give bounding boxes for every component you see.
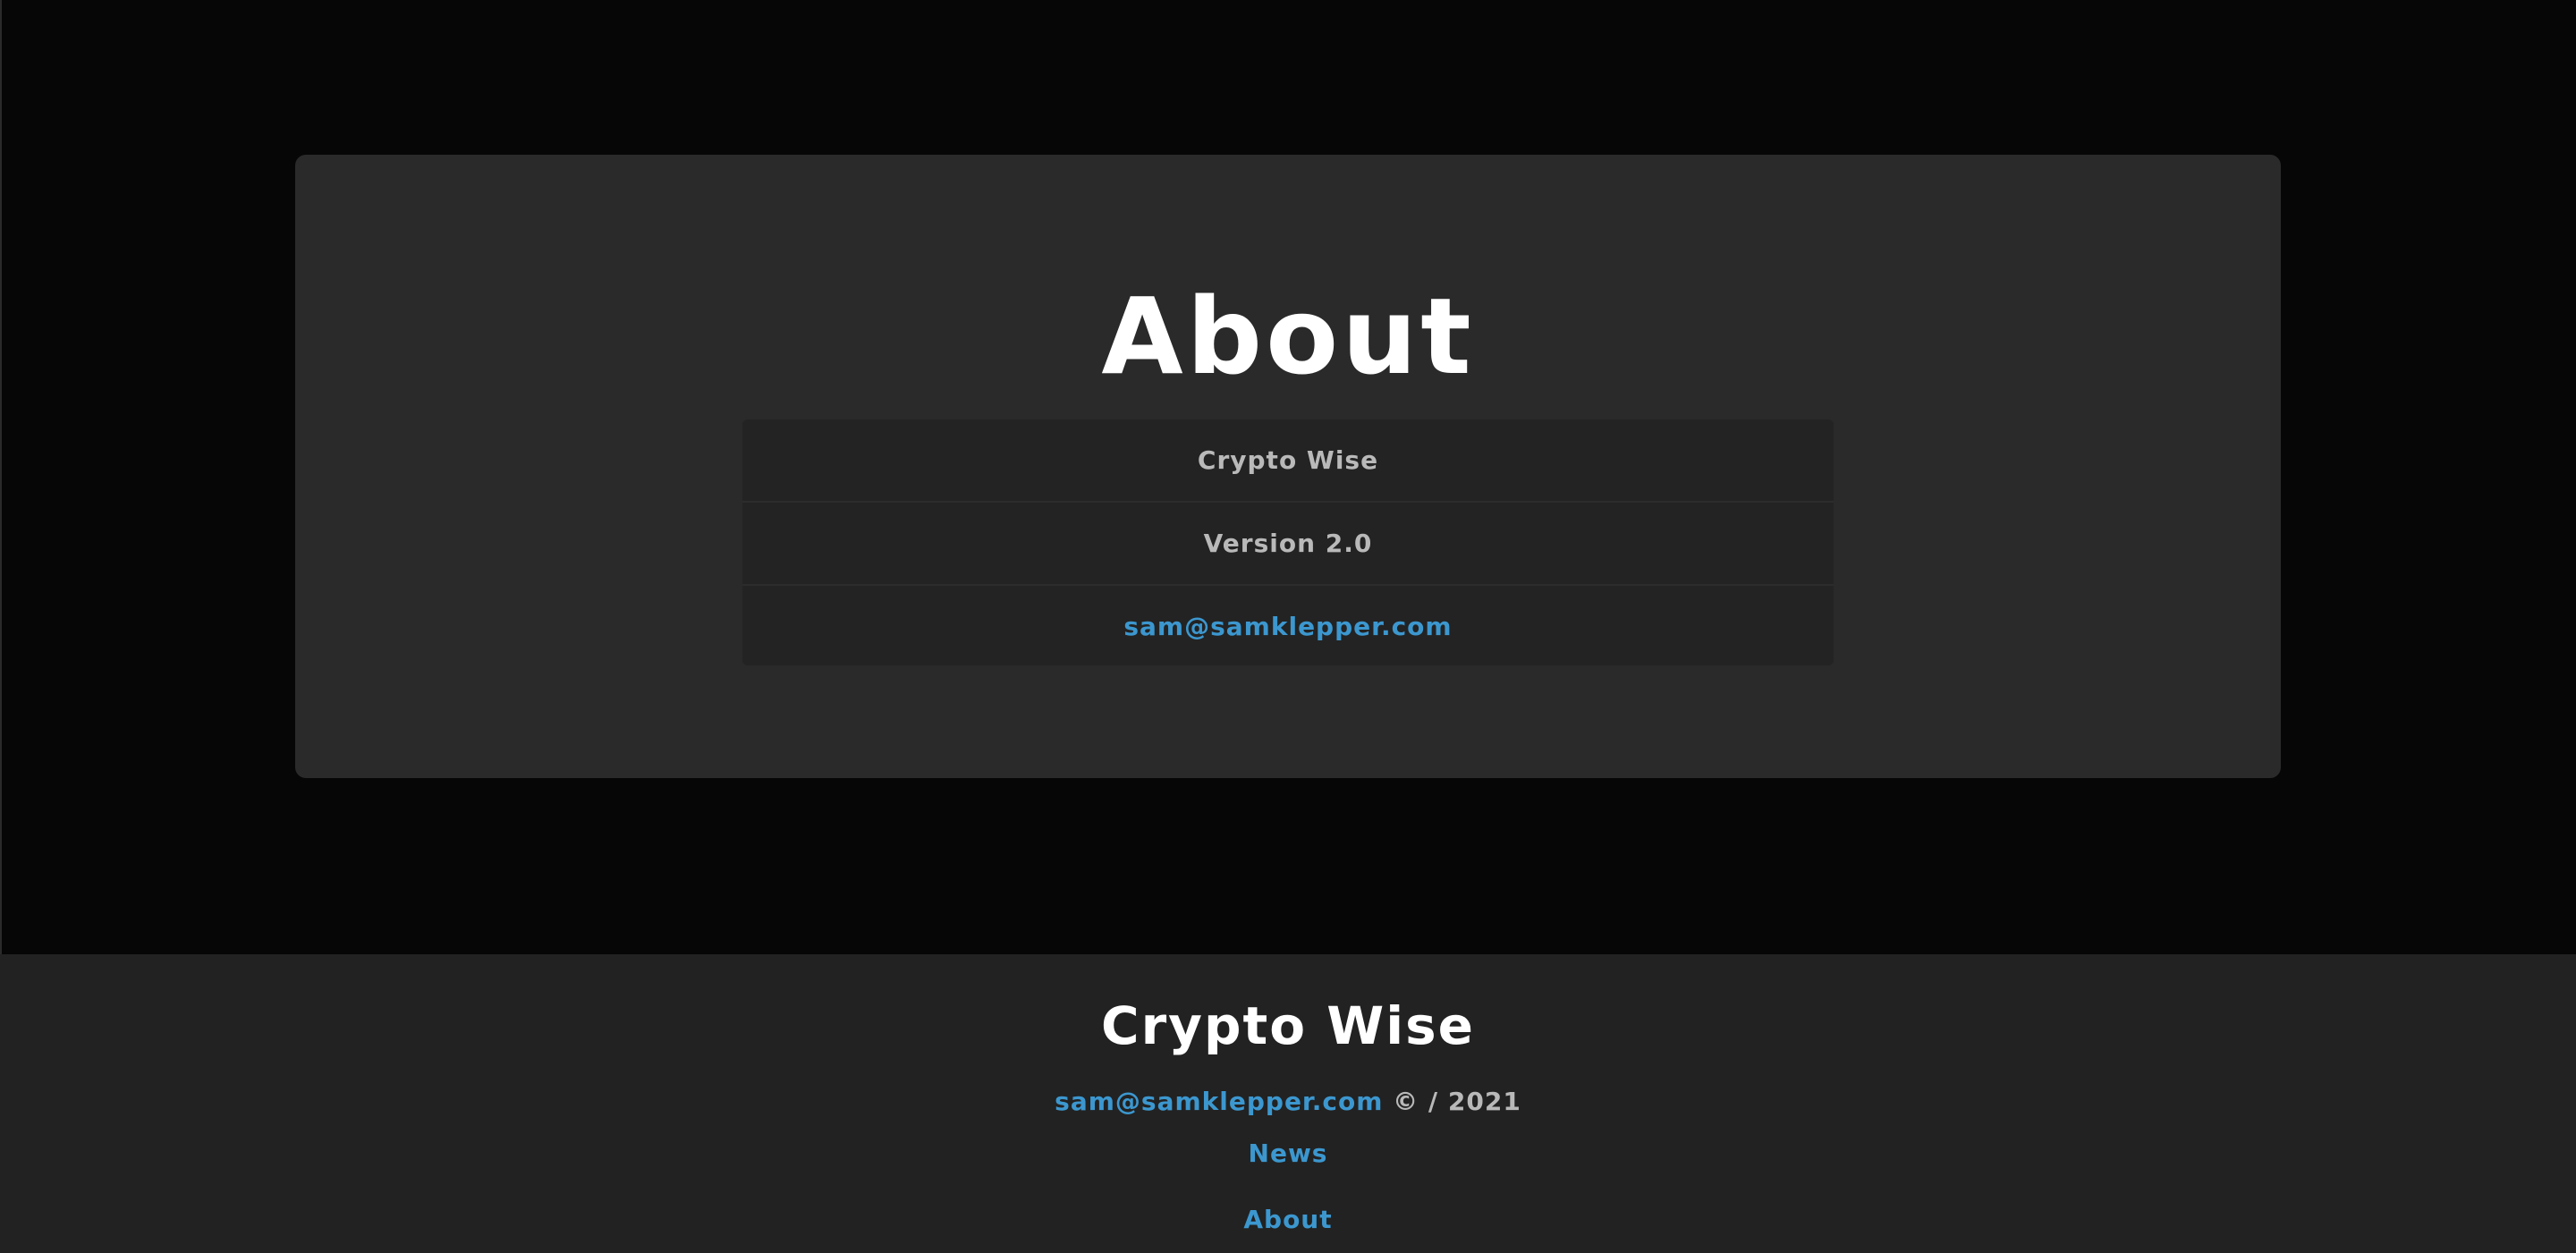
- footer-brand: Crypto Wise: [1101, 995, 1475, 1056]
- footer-copyright: © / 2021: [1393, 1087, 1521, 1116]
- version-row: Version 2.0: [742, 503, 1834, 586]
- footer-nav-about[interactable]: About: [1243, 1205, 1332, 1234]
- app-name-row: Crypto Wise: [742, 419, 1834, 503]
- about-info-list: Crypto Wise Version 2.0 sam@samklepper.c…: [742, 419, 1834, 665]
- footer-nav-news[interactable]: News: [1249, 1139, 1328, 1168]
- footer-email-link[interactable]: sam@samklepper.com: [1055, 1087, 1383, 1116]
- footer-nav-about-item: About: [0, 1202, 2576, 1238]
- footer-contact: sam@samklepper.com © / 2021: [0, 1084, 2576, 1120]
- app-name: Crypto Wise: [1197, 445, 1379, 475]
- app-version: Version 2.0: [1203, 529, 1373, 558]
- contact-email-link[interactable]: sam@samklepper.com: [1123, 612, 1452, 641]
- contact-email-row: sam@samklepper.com: [742, 586, 1834, 665]
- about-page: About Crypto Wise Version 2.0 sam@samkle…: [0, 0, 2576, 1253]
- footer-nav-news-item: News: [0, 1136, 2576, 1172]
- page-title: About: [1101, 275, 1475, 398]
